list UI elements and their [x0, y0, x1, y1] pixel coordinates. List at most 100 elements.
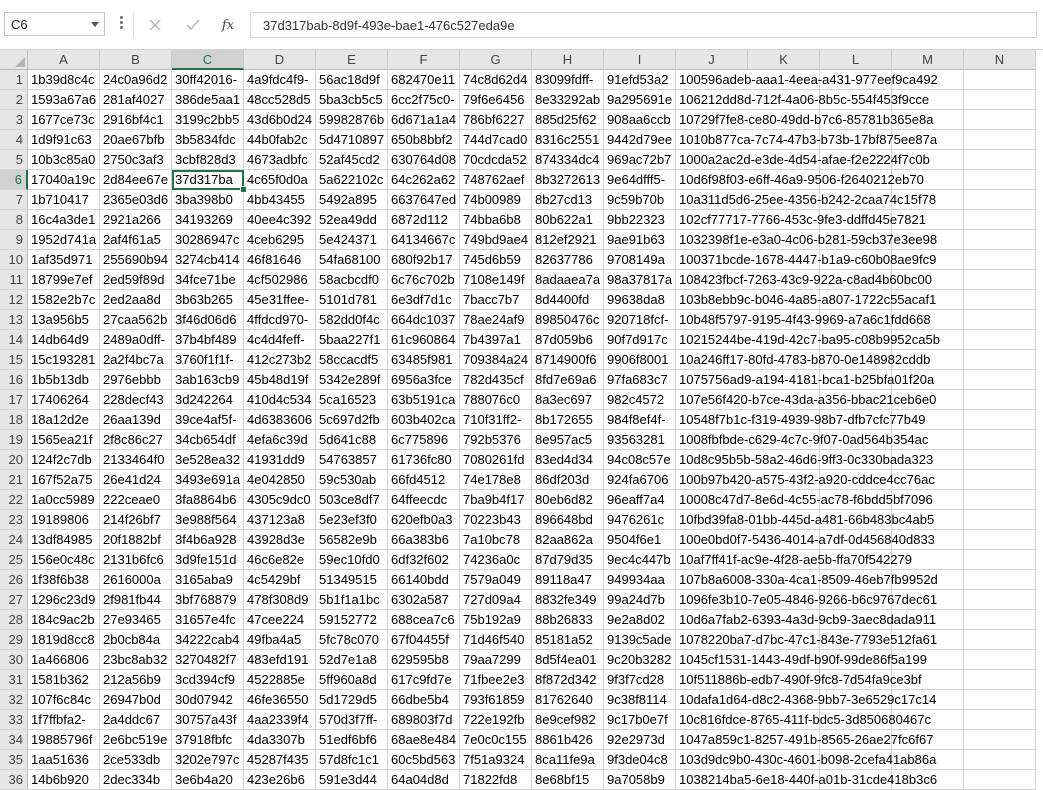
cell-g31[interactable]: 71fbee2e3 — [460, 670, 532, 690]
cell-f34[interactable]: 68ae8e484 — [388, 730, 460, 750]
cell-b28[interactable]: 27e93465 — [100, 610, 172, 630]
cell-a28[interactable]: 184c9ac2b — [28, 610, 100, 630]
row-header[interactable]: 33 — [0, 710, 28, 730]
cell-e33[interactable]: 570d3f7ff- — [316, 710, 388, 730]
cell-h23[interactable]: 896648bd — [532, 510, 604, 530]
cell-h28[interactable]: 88b26833 — [532, 610, 604, 630]
cell-a2[interactable]: 1593a67a6 — [28, 90, 100, 110]
row-header[interactable]: 3 — [0, 110, 28, 130]
row-header[interactable]: 2 — [0, 90, 28, 110]
cell-c30[interactable]: 3270482f7 — [172, 650, 244, 670]
cell-b21[interactable]: 26e41d24 — [100, 470, 172, 490]
cell-e3[interactable]: 59982876b — [316, 110, 388, 130]
cell-f15[interactable]: 63485f981 — [388, 350, 460, 370]
cell-f13[interactable]: 664dc1037 — [388, 310, 460, 330]
cell-g6[interactable]: 748762aef — [460, 170, 532, 190]
column-header-j[interactable]: J — [676, 50, 748, 70]
cell-e7[interactable]: 5492a895 — [316, 190, 388, 210]
cell-h33[interactable]: 8e9cef982 — [532, 710, 604, 730]
cell-e11[interactable]: 58acbcdf0 — [316, 270, 388, 290]
cell-h5[interactable]: 874334dc4 — [532, 150, 604, 170]
cell-d18[interactable]: 4d6383606 — [244, 410, 316, 430]
cell-e26[interactable]: 51349515 — [316, 570, 388, 590]
cell-b16[interactable]: 2976ebbb — [100, 370, 172, 390]
cell-n23[interactable] — [964, 510, 1036, 530]
cell-b13[interactable]: 27caa562b — [100, 310, 172, 330]
cell-c5[interactable]: 3cbf828d3 — [172, 150, 244, 170]
cell-n27[interactable] — [964, 590, 1036, 610]
cell-i19[interactable]: 93563281 — [604, 430, 676, 450]
cell-n18[interactable] — [964, 410, 1036, 430]
cell-f23[interactable]: 620efb0a3 — [388, 510, 460, 530]
cell-b35[interactable]: 2ce533db — [100, 750, 172, 770]
cell-n6[interactable] — [964, 170, 1036, 190]
cell-g1[interactable]: 74c8d62d4 — [460, 70, 532, 90]
cell-d13[interactable]: 4ffdcd970- — [244, 310, 316, 330]
cell-g5[interactable]: 70cdcda52 — [460, 150, 532, 170]
column-header-d[interactable]: D — [244, 50, 316, 70]
cell-n9[interactable] — [964, 230, 1036, 250]
cell-j3[interactable]: 10729f7fe8-ce80-49dd-b7c6-85781b365e8a — [676, 110, 933, 130]
cell-d31[interactable]: 4522885e — [244, 670, 316, 690]
cell-e28[interactable]: 59152772 — [316, 610, 388, 630]
cell-f26[interactable]: 66140bdd — [388, 570, 460, 590]
cell-j18[interactable]: 10548f7b1c-f319-4939-98b7-dfb7cfc77b49 — [676, 410, 925, 430]
cell-g26[interactable]: 7579a049 — [460, 570, 532, 590]
cell-j7[interactable]: 10a311d5d6-25ee-4356-b242-2caa74c15f78 — [676, 190, 936, 210]
cell-j26[interactable]: 107b8a6008-330a-4ca1-8509-46eb7fb9952d — [676, 570, 938, 590]
cell-e29[interactable]: 5fc78c070 — [316, 630, 388, 650]
cell-a16[interactable]: 1b5b13db — [28, 370, 100, 390]
cell-i27[interactable]: 99a24d7b — [604, 590, 676, 610]
cell-h31[interactable]: 8f872d342 — [532, 670, 604, 690]
cell-e31[interactable]: 5ff960a8d — [316, 670, 388, 690]
cell-c11[interactable]: 34fce71be — [172, 270, 244, 290]
cell-e8[interactable]: 52ea49dd — [316, 210, 388, 230]
cell-n36[interactable] — [964, 770, 1036, 790]
cell-b22[interactable]: 222ceae0 — [100, 490, 172, 510]
cell-j20[interactable]: 10d8c95b5b-58a2-46d6-9ff3-0c330bada323 — [676, 450, 933, 470]
row-header[interactable]: 9 — [0, 230, 28, 250]
cell-h21[interactable]: 86df203d — [532, 470, 604, 490]
cell-h32[interactable]: 81762640 — [532, 690, 604, 710]
cell-n21[interactable] — [964, 470, 1036, 490]
cell-c33[interactable]: 30757a43f — [172, 710, 244, 730]
cell-i23[interactable]: 9476261c — [604, 510, 676, 530]
cell-b14[interactable]: 2489a0dff- — [100, 330, 172, 350]
cell-d1[interactable]: 4a9fdc4f9- — [244, 70, 316, 90]
cell-a18[interactable]: 18a12d2e — [28, 410, 100, 430]
cell-d19[interactable]: 4efa6c39d — [244, 430, 316, 450]
cell-g27[interactable]: 727d09a4 — [460, 590, 532, 610]
cell-d30[interactable]: 483efd191 — [244, 650, 316, 670]
cell-f2[interactable]: 6cc2f75c0- — [388, 90, 460, 110]
cell-g28[interactable]: 75b192a9 — [460, 610, 532, 630]
cell-d17[interactable]: 410d4c534 — [244, 390, 316, 410]
row-header[interactable]: 21 — [0, 470, 28, 490]
cell-e6[interactable]: 5a622102c — [316, 170, 388, 190]
row-header[interactable]: 28 — [0, 610, 28, 630]
cell-b20[interactable]: 2133464f0 — [100, 450, 172, 470]
cell-c3[interactable]: 3199c2bb5 — [172, 110, 244, 130]
cell-d12[interactable]: 45e31ffee- — [244, 290, 316, 310]
cell-i11[interactable]: 98a37817a — [604, 270, 676, 290]
row-header[interactable]: 19 — [0, 430, 28, 450]
cell-g22[interactable]: 7ba9b4f17 — [460, 490, 532, 510]
cell-g8[interactable]: 74bba6b8 — [460, 210, 532, 230]
cell-i25[interactable]: 9ec4c447b — [604, 550, 676, 570]
row-header[interactable]: 1 — [0, 70, 28, 90]
cell-a11[interactable]: 18799e7ef — [28, 270, 100, 290]
cell-h24[interactable]: 82aa862a — [532, 530, 604, 550]
cell-i13[interactable]: 920718fcf- — [604, 310, 676, 330]
cell-a24[interactable]: 13df84985 — [28, 530, 100, 550]
cell-f17[interactable]: 63b5191ca — [388, 390, 460, 410]
column-header-n[interactable]: N — [964, 50, 1036, 70]
cell-h7[interactable]: 8b27cd13 — [532, 190, 604, 210]
cell-b34[interactable]: 2e6bc519e — [100, 730, 172, 750]
cell-c28[interactable]: 31657e4fc — [172, 610, 244, 630]
cell-e36[interactable]: 591e3d44 — [316, 770, 388, 790]
cell-i9[interactable]: 9ae91b63 — [604, 230, 676, 250]
cell-i36[interactable]: 9a7058b9 — [604, 770, 676, 790]
row-header[interactable]: 30 — [0, 650, 28, 670]
cell-j15[interactable]: 10a246ff17-80fd-4783-b870-0e148982cddb — [676, 350, 930, 370]
cell-e18[interactable]: 5c697d2fb — [316, 410, 388, 430]
fill-handle[interactable] — [240, 186, 247, 193]
